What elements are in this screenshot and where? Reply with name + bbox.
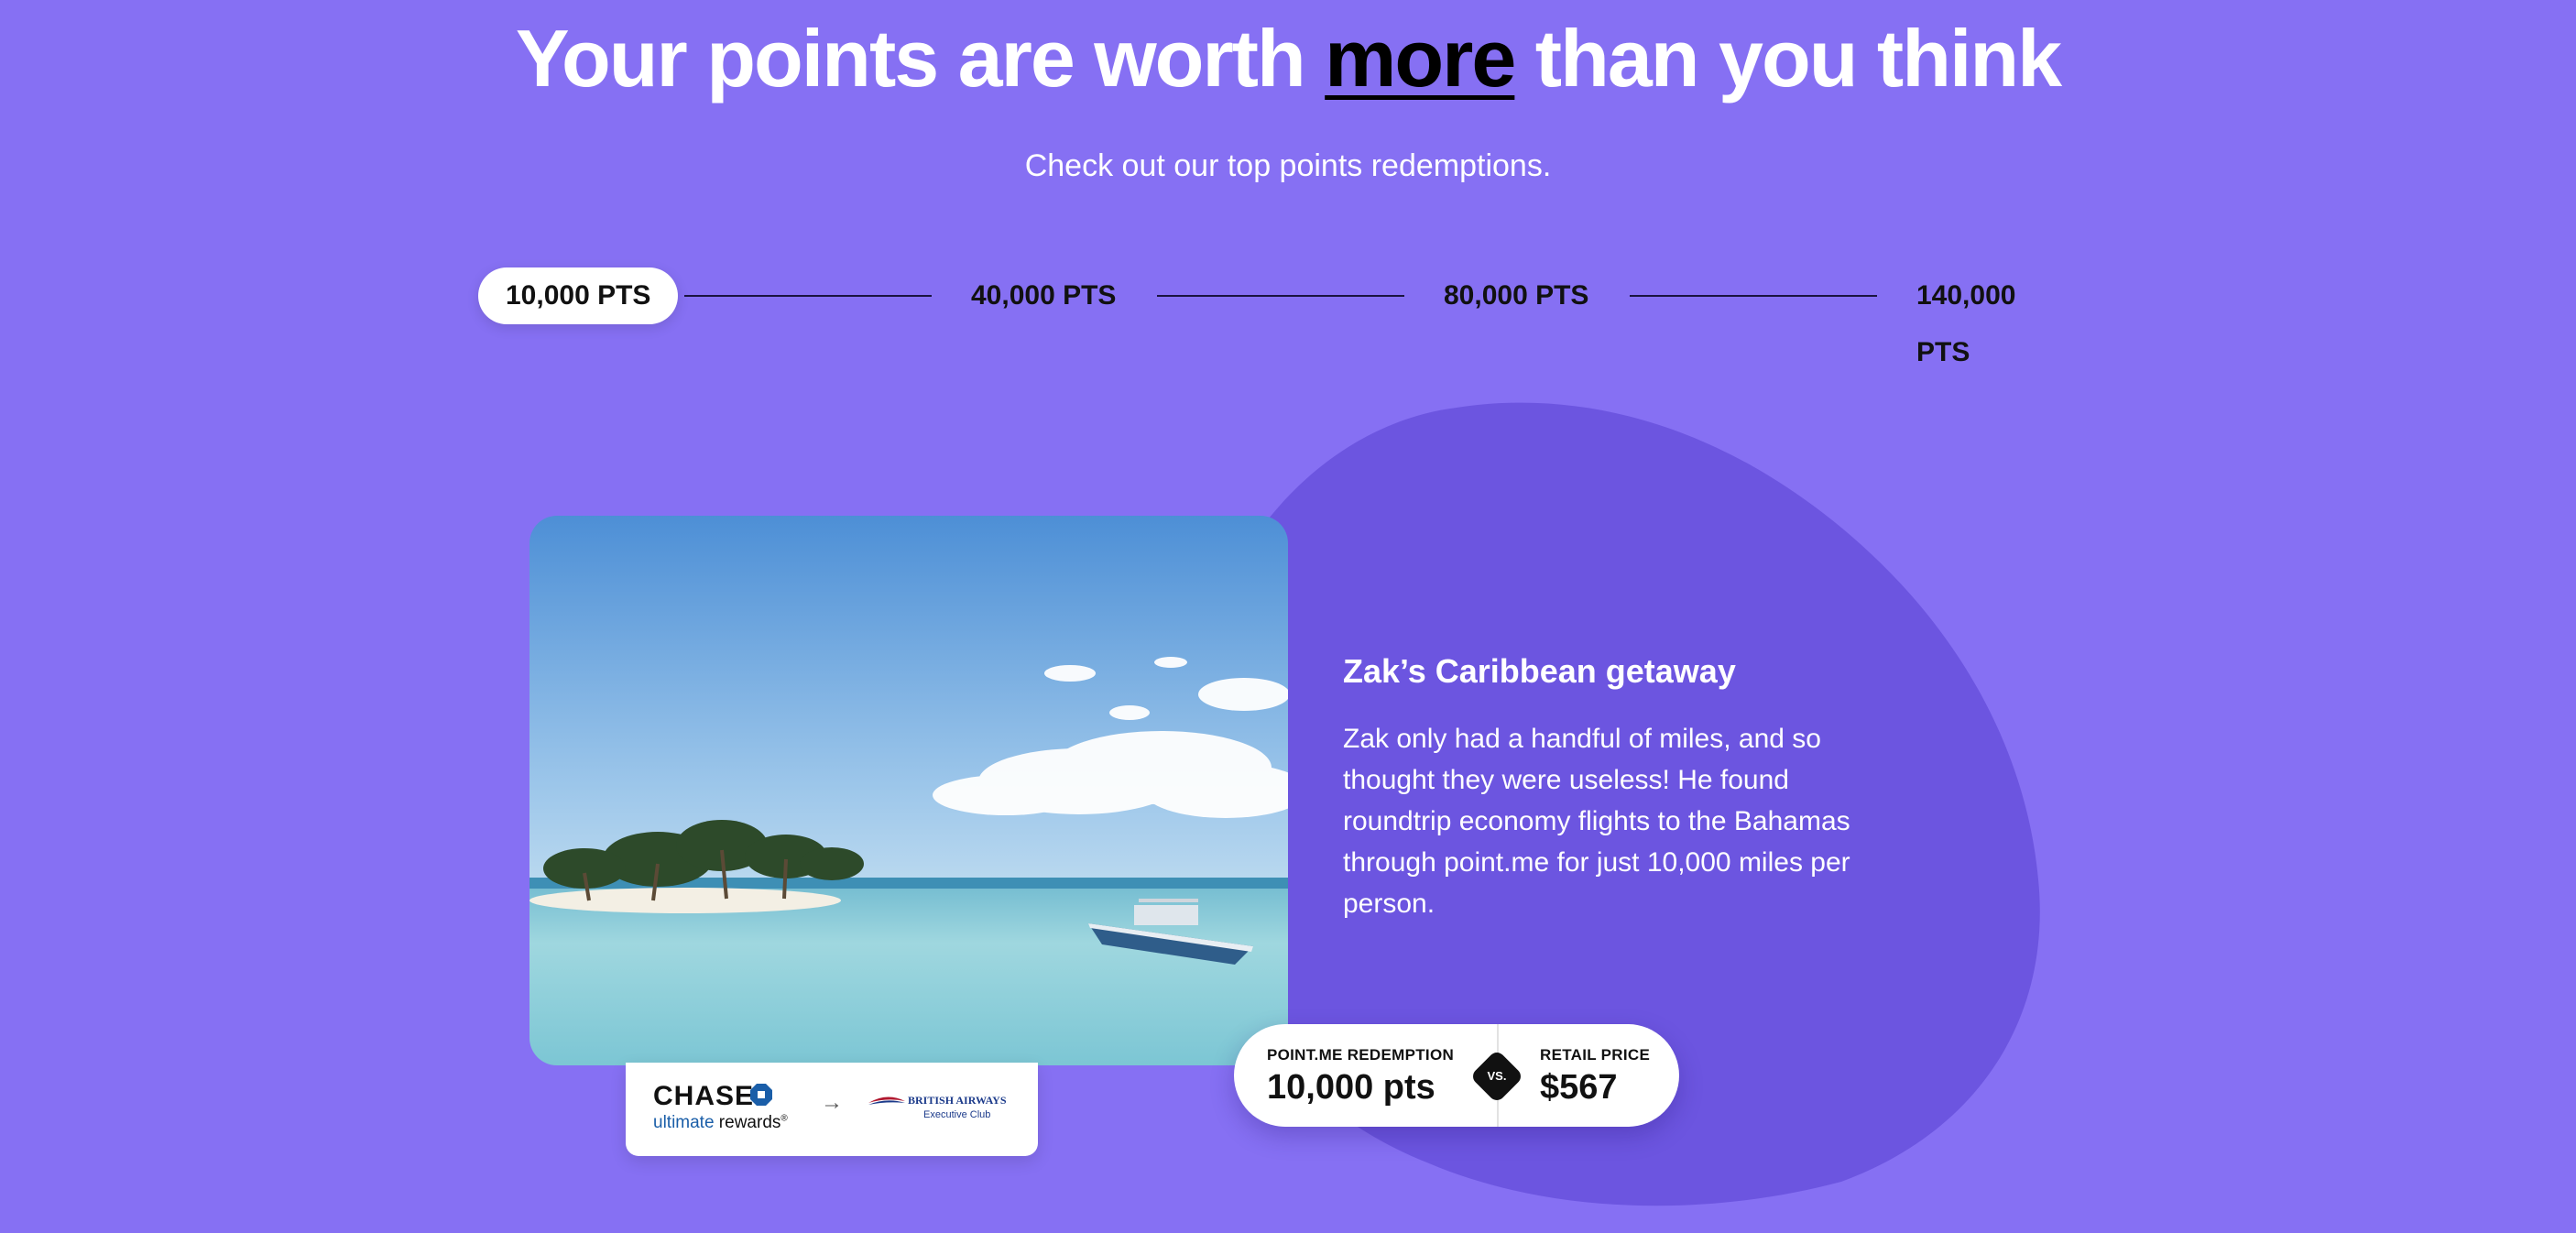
retail-price-label: RETAIL PRICE: [1540, 1046, 1651, 1064]
transfer-partners-card: CHASE ultimate rewards® → BRITISH AIRWAY…: [626, 1063, 1038, 1156]
chase-octagon-icon: [750, 1084, 772, 1106]
chase-logo-wordmark: CHASE: [653, 1081, 755, 1111]
vs-label: VS.: [1487, 1069, 1507, 1083]
ultimate-rewards-label: ultimate rewards®: [653, 1113, 788, 1132]
arrow-right-icon: →: [821, 1090, 843, 1115]
retail-price-value: $567: [1540, 1068, 1618, 1107]
british-airways-name: BRITISH AIRWAYS: [908, 1094, 1007, 1107]
executive-club-label: Executive Club: [923, 1109, 991, 1120]
redemption-label: POINT.ME REDEMPTION: [1267, 1046, 1455, 1064]
destination-photo: [529, 516, 1288, 1065]
story-description: Zak only had a handful of miles, and so …: [1343, 724, 1850, 919]
redemption-value: 10,000 pts: [1267, 1068, 1435, 1107]
story-title: Zak’s Caribbean getaway: [1343, 652, 1736, 690]
price-comparison-pill: POINT.ME REDEMPTION 10,000 pts VS. RETAI…: [1234, 1024, 1679, 1127]
british-airways-logo-icon: [868, 1097, 905, 1105]
